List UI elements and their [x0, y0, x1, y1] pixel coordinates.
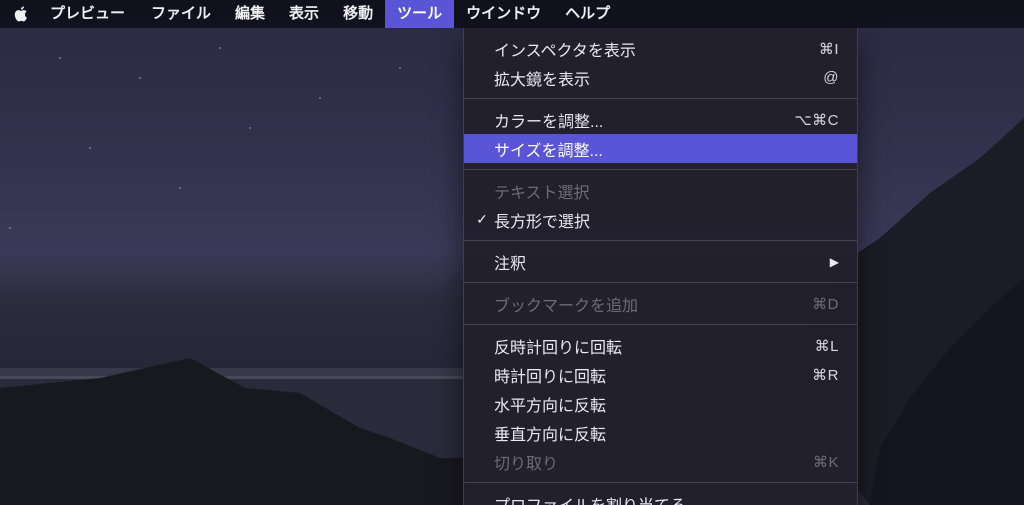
tools-menu-dropdown: インスペクタを表示⌘I拡大鏡を表示@カラーを調整...⌥⌘Cサイズを調整...テ…	[463, 28, 858, 505]
menu-item-shortcut: ⌘L	[815, 337, 839, 355]
menu-item[interactable]: 注釈▶	[464, 247, 857, 276]
menu-item-label: 垂直方向に反転	[492, 421, 839, 445]
menu-item-label: 長方形で選択	[492, 208, 839, 232]
menubar-app-name[interactable]: プレビュー	[44, 0, 139, 28]
menu-divider	[464, 240, 857, 241]
menu-divider	[464, 324, 857, 325]
menu-item[interactable]: プロファイルを割り当てる...	[464, 489, 857, 505]
menu-item-label: インスペクタを表示	[492, 37, 819, 61]
menubar-item-view[interactable]: 表示	[277, 0, 331, 28]
menubar-item-help[interactable]: ヘルプ	[553, 0, 622, 28]
menu-divider	[464, 282, 857, 283]
menubar-item-tools[interactable]: ツール	[385, 0, 454, 28]
menubar-item-window[interactable]: ウインドウ	[454, 0, 553, 28]
menu-item-label: 切り取り	[492, 450, 813, 474]
menu-item: 切り取り⌘K	[464, 447, 857, 476]
menubar-item-file[interactable]: ファイル	[139, 0, 223, 28]
menu-item[interactable]: カラーを調整...⌥⌘C	[464, 105, 857, 134]
menu-item[interactable]: 水平方向に反転	[464, 389, 857, 418]
menu-item[interactable]: 反時計回りに回転⌘L	[464, 331, 857, 360]
menu-item-shortcut: @	[823, 69, 839, 86]
menu-divider	[464, 169, 857, 170]
menu-item-label: 反時計回りに回転	[492, 334, 815, 358]
menu-item-shortcut: ⌘K	[813, 453, 839, 471]
menubar-item-go[interactable]: 移動	[331, 0, 385, 28]
menu-item[interactable]: 拡大鏡を表示@	[464, 63, 857, 92]
menu-item-label: プロファイルを割り当てる...	[492, 492, 839, 505]
menu-item[interactable]: 垂直方向に反転	[464, 418, 857, 447]
menu-item-shortcut: ⌘D	[812, 295, 839, 313]
checkmark-icon: ✓	[472, 211, 492, 228]
menu-divider	[464, 98, 857, 99]
menu-item[interactable]: インスペクタを表示⌘I	[464, 34, 857, 63]
menu-item-label: テキスト選択	[492, 179, 839, 203]
menu-item-label: 注釈	[492, 250, 830, 274]
menu-item-label: 時計回りに回転	[492, 363, 812, 387]
menu-item-shortcut: ⌘R	[812, 366, 839, 384]
menu-item-label: ブックマークを追加	[492, 292, 812, 316]
menu-item: ブックマークを追加⌘D	[464, 289, 857, 318]
menu-item: テキスト選択	[464, 176, 857, 205]
menu-item-shortcut: ⌥⌘C	[794, 111, 839, 129]
menu-item-label: 拡大鏡を表示	[492, 66, 823, 90]
apple-logo-icon[interactable]	[12, 5, 30, 23]
menu-item-label: カラーを調整...	[492, 108, 794, 132]
menu-item-label: 水平方向に反転	[492, 392, 839, 416]
menu-item-shortcut: ⌘I	[819, 40, 839, 58]
menu-divider	[464, 482, 857, 483]
menu-item[interactable]: ✓長方形で選択	[464, 205, 857, 234]
menubar: プレビュー ファイル 編集 表示 移動 ツール ウインドウ ヘルプ	[0, 0, 1024, 28]
menu-item[interactable]: サイズを調整...	[464, 134, 857, 163]
menu-item-label: サイズを調整...	[492, 137, 839, 161]
submenu-arrow-icon: ▶	[830, 255, 839, 269]
menu-item[interactable]: 時計回りに回転⌘R	[464, 360, 857, 389]
menubar-item-edit[interactable]: 編集	[223, 0, 277, 28]
